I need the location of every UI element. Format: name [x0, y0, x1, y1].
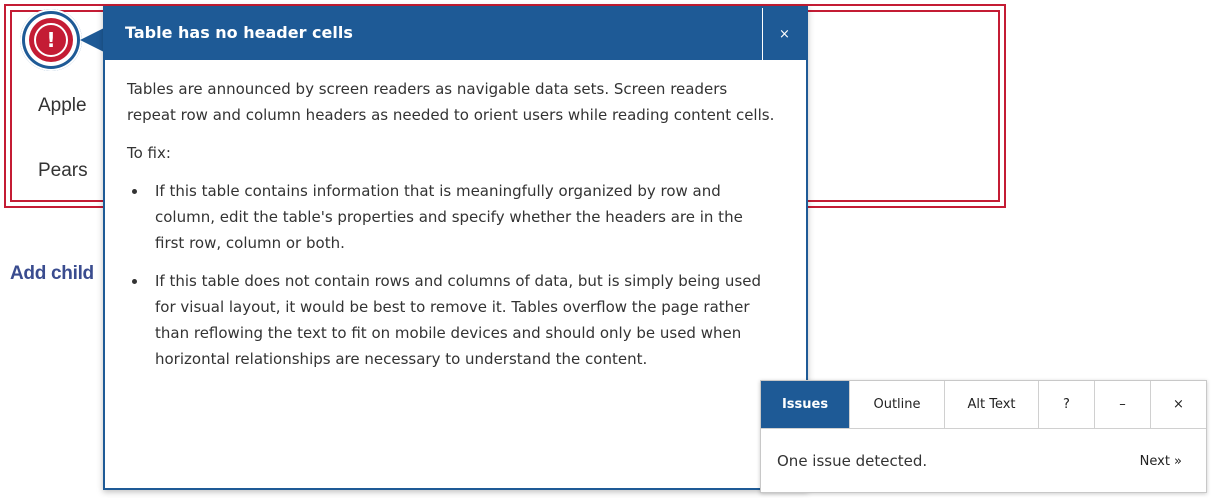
fix-list: If this table contains information that … [127, 178, 776, 372]
tab-issues[interactable]: Issues [761, 381, 850, 428]
fix-text: If this table does not contain rows and … [155, 272, 762, 368]
to-fix-label: To fix: [127, 144, 171, 162]
issue-marker-ring: ! [25, 14, 77, 66]
issue-count-status: One issue detected. [777, 452, 928, 470]
fix-list-item: If this table does not contain rows and … [127, 268, 776, 372]
bullet-icon [132, 189, 137, 194]
issue-popup-title: Table has no header cells [125, 23, 353, 42]
issue-marker-button[interactable]: ! [20, 9, 82, 71]
error-icon: ! [29, 18, 73, 62]
tab-outline[interactable]: Outline [850, 381, 945, 428]
close-popup-button[interactable]: × [762, 8, 806, 60]
table-cell-pears: Pears [38, 160, 88, 181]
issue-description: Tables are announced by screen readers a… [127, 80, 775, 124]
table-cell-apple: Apple [38, 95, 87, 116]
tab-alt-text[interactable]: Alt Text [945, 381, 1039, 428]
fix-text: If this table contains information that … [155, 182, 743, 252]
checker-tabs: Issues Outline Alt Text ? – × [761, 381, 1206, 429]
minimize-button[interactable]: – [1095, 381, 1151, 428]
popup-pointer [80, 28, 104, 52]
issue-popup-header: Table has no header cells × [105, 8, 806, 60]
help-button[interactable]: ? [1039, 381, 1095, 428]
issue-popup-body: Tables are announced by screen readers a… [127, 76, 776, 384]
issue-popup: Table has no header cells × Tables are a… [103, 6, 808, 490]
checker-panel: Issues Outline Alt Text ? – × One issue … [760, 380, 1207, 493]
bullet-icon [132, 279, 137, 284]
close-checker-button[interactable]: × [1151, 381, 1206, 428]
add-child-heading[interactable]: Add child [10, 263, 94, 285]
error-icon-glyph: ! [34, 23, 68, 57]
fix-list-item: If this table contains information that … [127, 178, 776, 256]
close-icon: × [779, 26, 790, 42]
next-issue-button[interactable]: Next » [1140, 454, 1182, 469]
